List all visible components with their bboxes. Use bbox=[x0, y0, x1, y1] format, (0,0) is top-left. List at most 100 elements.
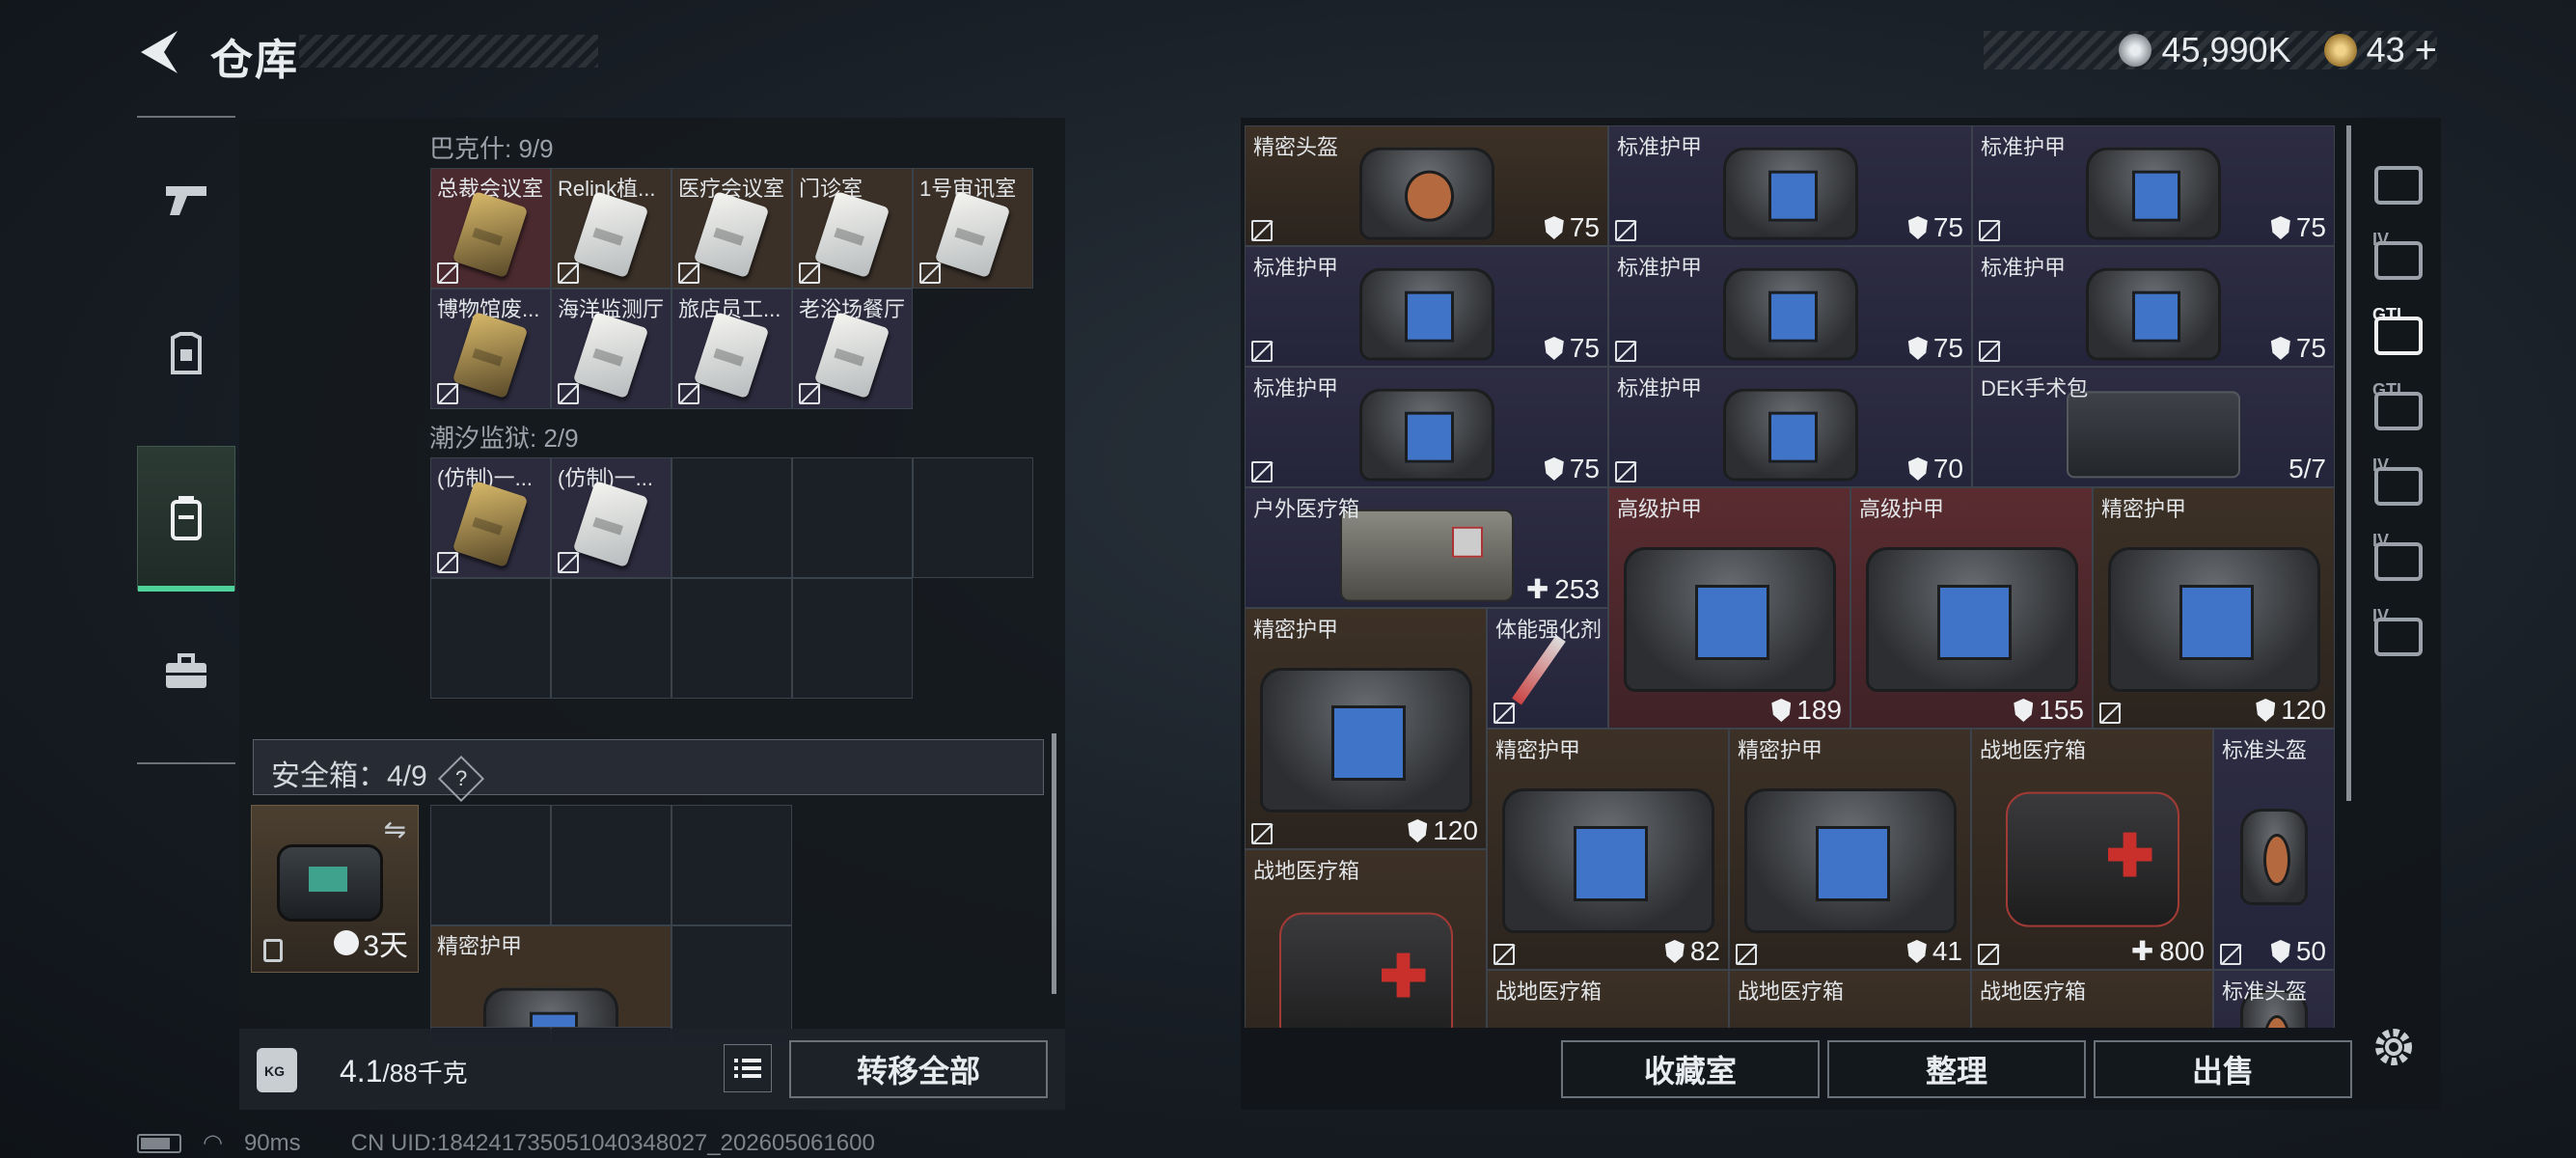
add-currency-icon[interactable]: + bbox=[2415, 29, 2437, 72]
item-value: 120 bbox=[1408, 815, 1478, 846]
stash-item[interactable]: 户外医疗箱 ✚ 253 bbox=[1245, 487, 1608, 608]
key-card-slot[interactable]: 旅店员工... bbox=[671, 289, 792, 409]
key-card-slot[interactable]: Relink植... bbox=[551, 168, 671, 289]
stash-item[interactable]: 战地医疗箱 bbox=[1245, 849, 1487, 1028]
item-name: 标准护甲 bbox=[1253, 256, 1339, 280]
weight-current: 4.1 bbox=[340, 1054, 383, 1089]
stash-item[interactable]: 战地医疗箱 bbox=[1487, 970, 1729, 1028]
stash-item[interactable]: 体能强化剂 bbox=[1487, 608, 1608, 729]
rail-weapons[interactable] bbox=[137, 127, 235, 272]
no-sell-icon bbox=[558, 262, 579, 284]
stash-scrollbar[interactable] bbox=[2346, 125, 2351, 801]
stash-item[interactable]: DEK手术包 5/7 bbox=[1972, 367, 2335, 487]
left-category-rail bbox=[137, 116, 235, 764]
key-card-slot[interactable]: 海洋监测厅 bbox=[551, 289, 671, 409]
gear-icon[interactable] bbox=[2370, 1023, 2418, 1071]
stash-item[interactable]: 高级护甲 189 bbox=[1608, 487, 1850, 729]
stash-item[interactable]: 战地医疗箱 bbox=[1971, 970, 2213, 1028]
key-card-image bbox=[572, 480, 649, 568]
empty-slot bbox=[430, 578, 551, 699]
stash-item[interactable]: 精密护甲 82 bbox=[1487, 729, 1729, 970]
stash-item[interactable]: 战地医疗箱 ✚ 800 bbox=[1971, 729, 2213, 970]
list-view-button[interactable] bbox=[724, 1044, 772, 1092]
item-value: 82 bbox=[1664, 936, 1720, 967]
briefcase-icon bbox=[166, 653, 206, 688]
stash-tab-7[interactable]: IV bbox=[2370, 606, 2427, 666]
shield-icon bbox=[1544, 457, 1564, 481]
sell-button[interactable]: 出售 bbox=[2094, 1040, 2352, 1098]
stash-item[interactable]: 精密头盔 75 bbox=[1245, 125, 1608, 246]
item-value: 75 bbox=[1544, 454, 1600, 484]
stash-item[interactable]: 精密护甲 120 bbox=[2093, 487, 2335, 729]
organize-button[interactable]: 整理 bbox=[1827, 1040, 2086, 1098]
key-card-slot[interactable]: 总裁会议室 bbox=[430, 168, 551, 289]
key-card-slot[interactable]: 门诊室 bbox=[792, 168, 913, 289]
shield-icon bbox=[1408, 819, 1428, 842]
no-sell-icon bbox=[437, 383, 458, 404]
key-card-slot[interactable]: 1号审讯室 bbox=[913, 168, 1033, 289]
helmet-image bbox=[2240, 809, 2308, 905]
stash-item[interactable]: 标准护甲 75 bbox=[1245, 367, 1608, 487]
key-card-slot[interactable]: 老浴场餐厅 bbox=[792, 289, 913, 409]
stash-item[interactable]: 标准护甲 75 bbox=[1972, 246, 2335, 367]
armor-image bbox=[1623, 547, 1836, 692]
key-card-image bbox=[693, 311, 770, 400]
item-value: 75 bbox=[2270, 333, 2326, 364]
stash-item[interactable]: 标准护甲 75 bbox=[1608, 246, 1972, 367]
rail-armor[interactable] bbox=[137, 282, 235, 427]
swap-icon[interactable]: ⇋ bbox=[384, 813, 406, 845]
stash-tab-3[interactable]: GTI bbox=[2370, 305, 2427, 365]
no-sell-icon bbox=[1979, 341, 2000, 362]
back-arrow-icon[interactable] bbox=[135, 27, 183, 77]
stash-item[interactable]: 标准护甲 75 bbox=[1608, 125, 1972, 246]
stash-item[interactable]: 标准护甲 70 bbox=[1608, 367, 1972, 487]
stash-item[interactable]: 标准头盔 bbox=[2213, 970, 2335, 1028]
stash-item[interactable]: 精密护甲 120 bbox=[1245, 608, 1487, 849]
stash-tab-icon: IV bbox=[2372, 606, 2423, 656]
no-sell-icon bbox=[1615, 220, 1636, 241]
stash-item[interactable]: 标准护甲 75 bbox=[1972, 125, 2335, 246]
no-sell-icon bbox=[1615, 341, 1636, 362]
no-sell-icon bbox=[2220, 944, 2241, 965]
stash-tab-6[interactable]: IV bbox=[2370, 531, 2427, 591]
stash-item[interactable]: 战地医疗箱 bbox=[1729, 970, 1971, 1028]
key-card-slot[interactable]: 医疗会议室 bbox=[671, 168, 792, 289]
battery-icon bbox=[137, 1133, 181, 1153]
stash-tab-icon: GTI bbox=[2372, 305, 2423, 355]
stash-item[interactable]: 精密护甲 41 bbox=[1729, 729, 1971, 970]
left-scrollbar[interactable] bbox=[1052, 733, 1056, 994]
armor-image bbox=[2086, 147, 2221, 240]
list-icon bbox=[734, 1059, 761, 1078]
empty-slot bbox=[671, 457, 792, 578]
help-icon[interactable]: ? bbox=[438, 755, 485, 803]
stash-tab-1[interactable] bbox=[2370, 156, 2427, 214]
collection-room-button[interactable]: 收藏室 bbox=[1561, 1040, 1820, 1098]
stash-item[interactable]: 高级护甲 155 bbox=[1850, 487, 2093, 729]
stash-tab-2[interactable]: IV bbox=[2370, 230, 2427, 290]
shield-icon bbox=[2014, 699, 2034, 722]
key-card-slot[interactable]: 博物馆废... bbox=[430, 289, 551, 409]
safebox-item[interactable]: ⇋ 3天 bbox=[251, 805, 419, 973]
shield-icon bbox=[2270, 337, 2290, 360]
item-name: 标准护甲 bbox=[1617, 135, 1703, 159]
shield-icon bbox=[1664, 940, 1685, 963]
empty-slot bbox=[671, 805, 792, 925]
currency-1-value: 45,990K bbox=[2161, 30, 2291, 69]
medkit-image bbox=[2005, 791, 2179, 927]
transfer-all-button[interactable]: 转移全部 bbox=[789, 1040, 1048, 1098]
rail-backpack[interactable] bbox=[137, 446, 235, 592]
stash-item[interactable]: 标准头盔 50 bbox=[2213, 729, 2335, 970]
item-value: 5/7 bbox=[2288, 454, 2326, 483]
rail-case[interactable] bbox=[137, 600, 235, 745]
stash-tab-5[interactable]: IV bbox=[2370, 455, 2427, 515]
stash-tab-4[interactable]: GTI bbox=[2370, 380, 2427, 440]
safebox-armor-item[interactable]: 精密护甲 bbox=[430, 925, 671, 1028]
key-card-slot[interactable]: (仿制)一... bbox=[430, 457, 551, 578]
shield-icon bbox=[2270, 216, 2290, 239]
key-card-image bbox=[813, 190, 891, 279]
key-card-slot[interactable]: (仿制)一... bbox=[551, 457, 671, 578]
item-name: 精密护甲 bbox=[2101, 497, 2187, 521]
stash-item[interactable]: 标准护甲 75 bbox=[1245, 246, 1608, 367]
shield-icon bbox=[1907, 216, 1928, 239]
group-title-bakesh: 巴克什: 9/9 bbox=[429, 134, 554, 163]
